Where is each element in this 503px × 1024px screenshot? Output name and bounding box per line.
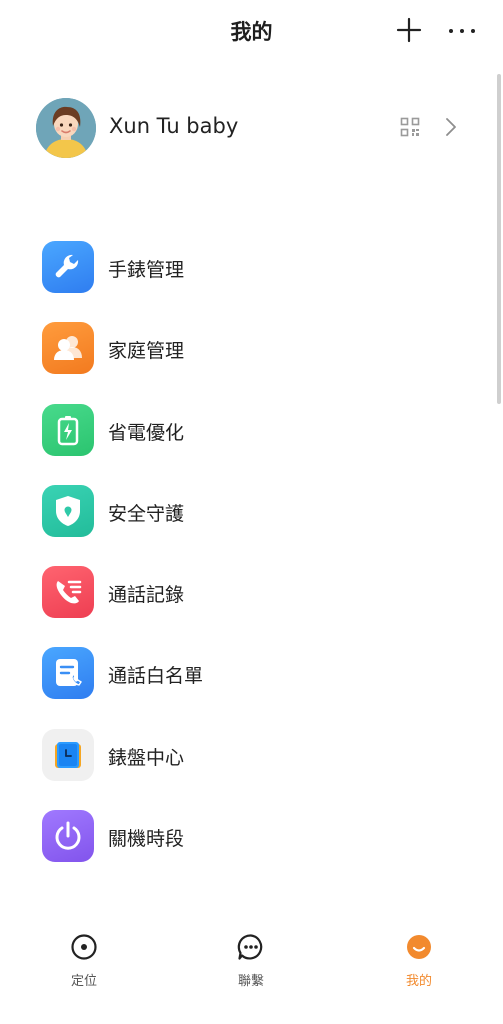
family-icon [42, 322, 94, 375]
location-icon [70, 933, 98, 961]
menu-label: 省電優化 [108, 421, 185, 444]
bottom-tab-bar: 定位 聯繫 我的 [0, 925, 503, 995]
menu-label: 家庭管理 [108, 340, 185, 363]
settings-menu: 手錶管理 家庭管理 省電優化 安全守護 通話記錄 通話白名單 錶盤中心 關機時段 [0, 237, 503, 887]
tab-locate[interactable]: 定位 [34, 925, 134, 991]
wrench-icon [42, 241, 94, 293]
menu-item-power-saving[interactable]: 省電優化 [0, 400, 503, 481]
more-icon[interactable] [446, 15, 478, 45]
menu-label: 安全守護 [108, 502, 185, 525]
tab-label: 定位 [70, 974, 97, 989]
menu-label: 關機時段 [108, 828, 185, 851]
menu-label: 通話記錄 [108, 584, 185, 607]
menu-item-watch-face-center[interactable]: 錶盤中心 [0, 725, 503, 806]
page-title: 我的 [230, 20, 273, 44]
menu-item-call-whitelist[interactable]: 通話白名單 [0, 643, 503, 724]
profile-name: Xun Tu baby [109, 114, 239, 138]
tab-label: 我的 [405, 974, 432, 989]
watch-face-icon [42, 728, 94, 781]
profile-row[interactable]: Xun Tu baby [36, 98, 466, 160]
app-header: 我的 [0, 0, 503, 64]
menu-item-safety-guard[interactable]: 安全守護 [0, 481, 503, 562]
menu-item-shutdown-schedule[interactable]: 關機時段 [0, 806, 503, 887]
menu-item-family-management[interactable]: 家庭管理 [0, 318, 503, 399]
qr-code-icon[interactable] [400, 117, 420, 137]
menu-item-watch-management[interactable]: 手錶管理 [0, 237, 503, 318]
avatar [36, 98, 96, 158]
menu-item-call-log[interactable]: 通話記錄 [0, 562, 503, 643]
chevron-right-icon[interactable] [441, 116, 461, 138]
call-log-icon [42, 566, 94, 619]
battery-icon [42, 403, 94, 456]
add-icon[interactable] [394, 15, 424, 45]
tab-mine[interactable]: 我的 [369, 925, 469, 991]
menu-label: 通話白名單 [108, 665, 204, 688]
whitelist-icon [42, 647, 94, 700]
menu-label: 手錶管理 [108, 259, 185, 281]
profile-face-icon [405, 933, 433, 961]
shield-icon [42, 484, 94, 537]
menu-label: 錶盤中心 [108, 746, 185, 769]
tab-contact[interactable]: 聯繫 [201, 925, 301, 991]
power-icon [42, 810, 94, 863]
chat-icon [237, 933, 265, 961]
tab-label: 聯繫 [237, 974, 264, 989]
